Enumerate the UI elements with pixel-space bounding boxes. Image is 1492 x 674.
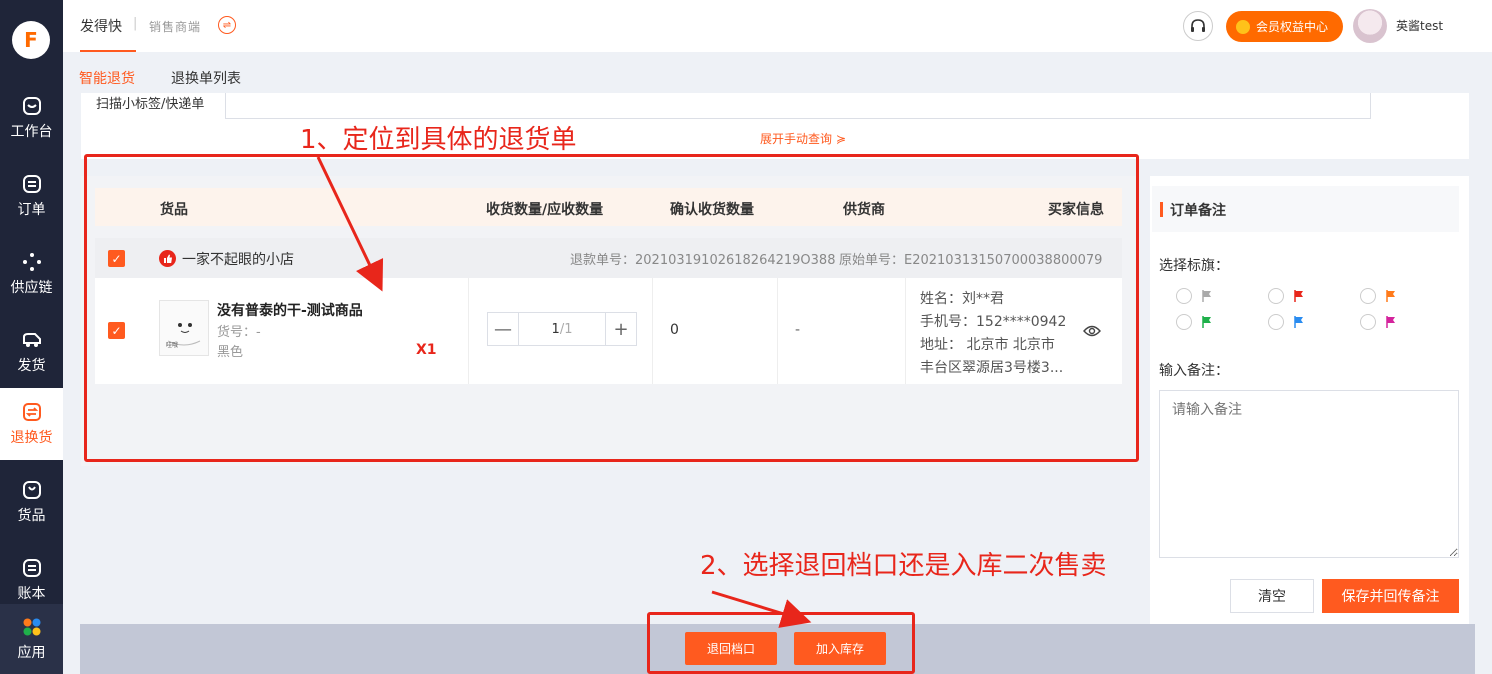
note-panel-title: 订单备注 [1170, 203, 1226, 219]
flag-radio[interactable] [1268, 288, 1284, 304]
vip-center-label: 会员权益中心 [1256, 20, 1329, 34]
note-textarea[interactable] [1159, 390, 1459, 558]
note-panel-header: 订单备注 [1152, 186, 1459, 232]
flag-option[interactable] [1360, 314, 1396, 330]
flag-icon [1294, 316, 1303, 328]
flag-option[interactable] [1176, 288, 1212, 304]
scan-input[interactable] [225, 93, 1371, 119]
sidebar-item-label: 账本 [17, 585, 46, 602]
sidebar-item-label: 应用 [17, 644, 46, 661]
flag-icon [1202, 316, 1211, 328]
flag-icon [1202, 290, 1211, 302]
flag-option[interactable] [1268, 314, 1304, 330]
user-avatar[interactable] [1353, 9, 1387, 43]
brand-role: 销售商端 [149, 20, 202, 34]
delivery-truck-icon [22, 330, 42, 350]
flag-icon [1386, 316, 1395, 328]
flag-icon [1386, 290, 1395, 302]
sidebar-item-label: 发货 [17, 357, 46, 374]
sidebar-item-apps[interactable]: 应用 [0, 604, 63, 674]
flag-option[interactable] [1360, 288, 1396, 304]
sidebar-item-label: 退换货 [10, 429, 53, 446]
sidebar-item-delivery[interactable]: 发货 [0, 316, 63, 388]
annotation-box-actions [647, 612, 915, 674]
flag-icon [1294, 290, 1303, 302]
supply-chain-icon [22, 252, 42, 272]
tab-return-list[interactable]: 退换单列表 [171, 68, 241, 88]
annotation-step2: 2、选择退回档口还是入库二次售卖 [700, 551, 1107, 581]
username[interactable]: 英酱test [1396, 17, 1443, 34]
goods-bag-icon [22, 480, 42, 500]
vip-center-button[interactable]: 会员权益中心 [1226, 11, 1343, 42]
apps-grid-icon [22, 617, 42, 637]
tab-smart-return[interactable]: 智能退货 [79, 68, 135, 88]
scan-label: 扫描小标签/快递单 [96, 97, 205, 112]
brand-separator: | [133, 16, 138, 31]
return-exchange-icon [22, 402, 42, 422]
ledger-icon [22, 558, 42, 578]
sidebar-item-goods[interactable]: 货品 [0, 466, 63, 538]
flag-option[interactable] [1268, 288, 1304, 304]
sidebar: F 工作台 订单 供应链 发货 退换货 货品 账本 应用 [0, 0, 63, 674]
order-note-panel: 订单备注 选择标旗： 输入备注： 清空 保存并回传备注 [1150, 176, 1469, 624]
clear-note-button[interactable]: 清空 [1230, 579, 1314, 613]
order-icon [22, 174, 42, 194]
flag-radio[interactable] [1176, 314, 1192, 330]
brand-underline [80, 50, 136, 52]
annotation-step1: 1、定位到具体的退货单 [300, 125, 577, 155]
scan-panel: 扫描小标签/快递单 展开手动查询 ≽ [81, 93, 1469, 159]
save-note-button[interactable]: 保存并回传备注 [1322, 579, 1459, 613]
sidebar-item-label: 订单 [17, 201, 46, 218]
brand-name[interactable]: 发得快 [80, 16, 122, 36]
sidebar-item-order[interactable]: 订单 [0, 160, 63, 232]
sidebar-item-workbench[interactable]: 工作台 [0, 82, 63, 154]
flag-radio[interactable] [1360, 314, 1376, 330]
flag-option[interactable] [1176, 314, 1212, 330]
top-bar: 发得快 | 销售商端 ⇌ 会员权益中心 英酱test [63, 0, 1492, 52]
flag-radio[interactable] [1268, 314, 1284, 330]
switch-role-icon[interactable]: ⇌ [218, 16, 236, 34]
flag-label: 选择标旗： [1159, 258, 1229, 274]
workbench-icon [22, 96, 42, 116]
expand-manual-query-link[interactable]: 展开手动查询 ≽ [760, 130, 846, 147]
sidebar-item-label: 工作台 [10, 123, 53, 140]
sidebar-item-label: 供应链 [10, 279, 53, 296]
app-logo[interactable]: F [12, 21, 50, 59]
annotation-box-order [84, 154, 1139, 462]
sidebar-item-label: 货品 [17, 507, 46, 524]
flag-radio[interactable] [1176, 288, 1192, 304]
vip-coin-icon [1236, 19, 1250, 34]
note-input-label: 输入备注： [1159, 363, 1229, 379]
sidebar-item-supply-chain[interactable]: 供应链 [0, 238, 63, 310]
header-accent-bar [1160, 202, 1163, 217]
customer-support-icon[interactable] [1183, 11, 1213, 41]
flag-radio[interactable] [1360, 288, 1376, 304]
sidebar-item-returns[interactable]: 退换货 [0, 388, 63, 460]
